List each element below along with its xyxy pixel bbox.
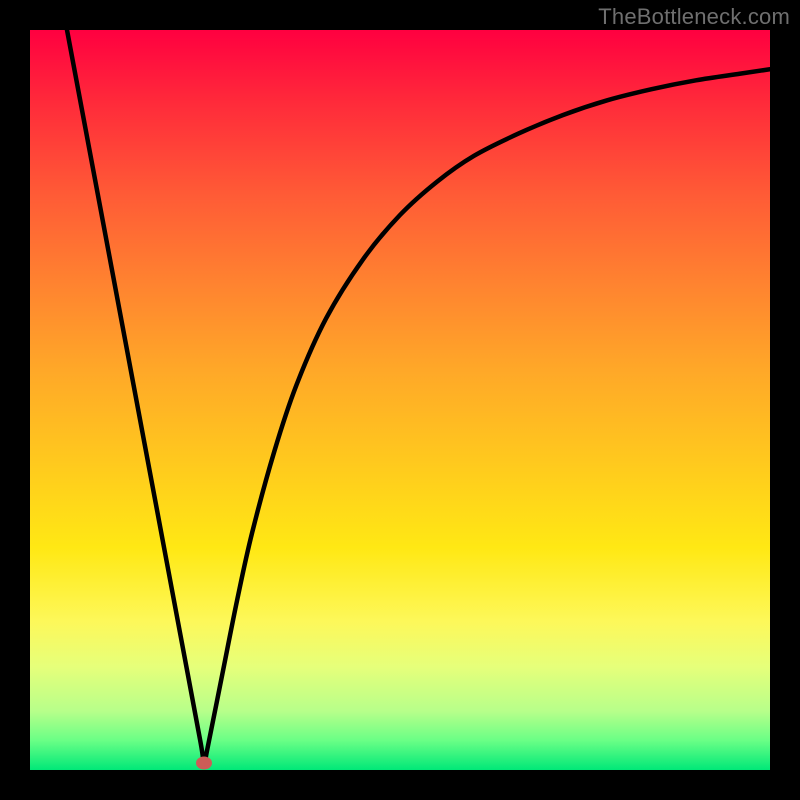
bottleneck-curve (30, 30, 770, 770)
plot-area (30, 30, 770, 770)
chart-frame: TheBottleneck.com (0, 0, 800, 800)
watermark-text: TheBottleneck.com (598, 4, 790, 30)
minimum-point-marker (196, 756, 212, 769)
